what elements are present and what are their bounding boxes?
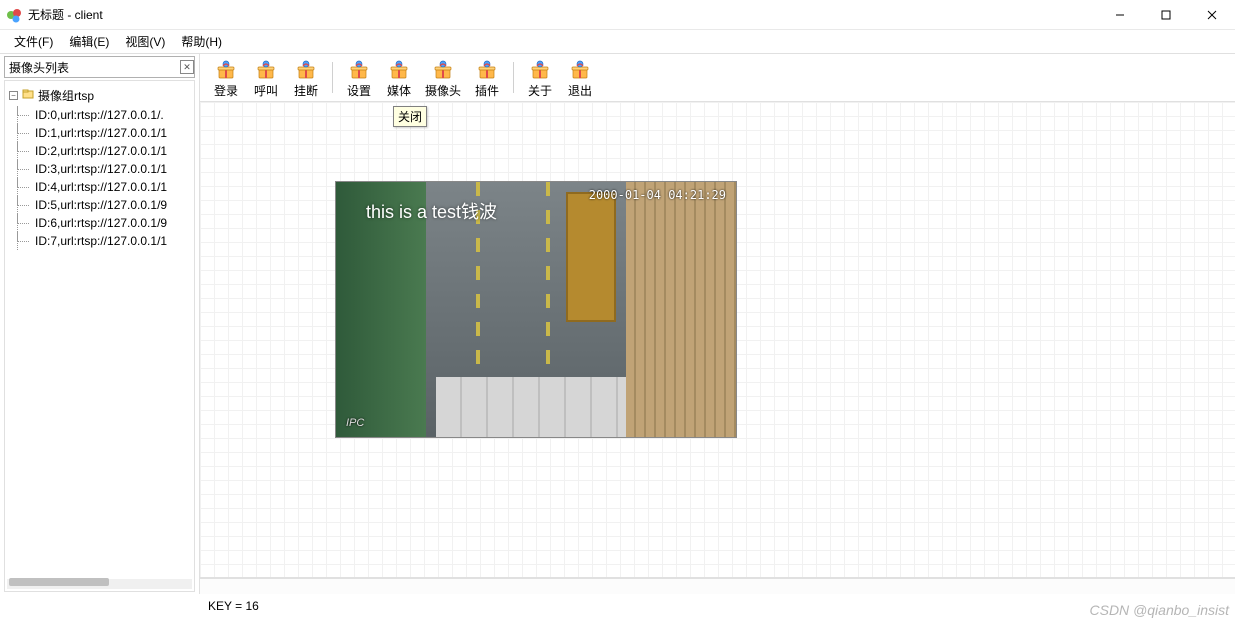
tool-label: 媒体 <box>387 82 411 99</box>
tree-item[interactable]: ID:4,url:rtsp://127.0.0.1/1 <box>5 178 194 196</box>
title-bar: 无标题 - client <box>0 0 1235 30</box>
camera-tree[interactable]: − 摄像组rtsp ID:0,url:rtsp://127.0.0.1/.ID:… <box>4 80 195 592</box>
collapse-icon[interactable]: − <box>9 91 18 100</box>
tool-label: 退出 <box>568 82 592 99</box>
panel-close-button[interactable]: ✕ <box>180 60 194 74</box>
scrollbar-thumb[interactable] <box>9 578 109 586</box>
panel-title: 摄像头列表 <box>9 59 180 76</box>
tool-label: 设置 <box>347 82 371 99</box>
tree-root-node[interactable]: − 摄像组rtsp <box>5 85 194 106</box>
tree-item[interactable]: ID:3,url:rtsp://127.0.0.1/1 <box>5 160 194 178</box>
video-corner-label: IPC <box>346 417 364 429</box>
gift-icon <box>570 60 590 80</box>
gift-icon <box>256 60 276 80</box>
minimize-button[interactable] <box>1097 0 1143 30</box>
window-title: 无标题 - client <box>28 6 103 23</box>
login-button[interactable]: 登录 <box>206 58 246 101</box>
status-key: KEY = 16 <box>8 599 259 613</box>
gift-icon <box>389 60 409 80</box>
menu-edit[interactable]: 编辑(E) <box>61 31 117 52</box>
settings-button[interactable]: 设置 <box>339 58 379 101</box>
menu-file[interactable]: 文件(F) <box>6 31 61 52</box>
tree-item[interactable]: ID:2,url:rtsp://127.0.0.1/1 <box>5 142 194 160</box>
exit-button[interactable]: 退出 <box>560 58 600 101</box>
menu-bar: 文件(F) 编辑(E) 视图(V) 帮助(H) <box>0 30 1235 54</box>
maximize-button[interactable] <box>1143 0 1189 30</box>
tree-item[interactable]: ID:6,url:rtsp://127.0.0.1/9 <box>5 214 194 232</box>
tool-label: 插件 <box>475 82 499 99</box>
camera-button[interactable]: 摄像头 <box>419 58 467 101</box>
toolbar-separator <box>513 62 514 93</box>
video-preview[interactable]: this is a test钱波 2000-01-04 04:21:29 IPC <box>336 182 736 437</box>
gift-icon <box>216 60 236 80</box>
gift-icon <box>477 60 497 80</box>
workspace-canvas[interactable]: this is a test钱波 2000-01-04 04:21:29 IPC <box>200 102 1235 578</box>
app-icon <box>6 7 22 23</box>
gift-icon <box>433 60 453 80</box>
tooltip-close: 关闭 <box>393 106 427 127</box>
gift-icon <box>296 60 316 80</box>
status-bar: KEY = 16 <box>0 594 1235 618</box>
media-button[interactable]: 媒体 <box>379 58 419 101</box>
video-timestamp: 2000-01-04 04:21:29 <box>589 188 726 202</box>
video-overlay-text: this is a test钱波 <box>366 198 497 224</box>
tool-label: 呼叫 <box>254 82 278 99</box>
tool-label: 挂断 <box>294 82 318 99</box>
tree-horizontal-scrollbar[interactable] <box>7 579 192 589</box>
hangup-button[interactable]: 挂断 <box>286 58 326 101</box>
menu-view[interactable]: 视图(V) <box>117 31 173 52</box>
menu-help[interactable]: 帮助(H) <box>173 31 230 52</box>
plugin-button[interactable]: 插件 <box>467 58 507 101</box>
tool-label: 关于 <box>528 82 552 99</box>
panel-header: 摄像头列表 ✕ <box>4 56 195 78</box>
toolbar: 登录呼叫挂断 设置媒体摄像头插件 关于退出 <box>200 54 1235 102</box>
about-button[interactable]: 关于 <box>520 58 560 101</box>
gift-icon <box>349 60 369 80</box>
canvas-horizontal-scrollbar[interactable] <box>200 578 1235 594</box>
folder-icon <box>22 88 34 103</box>
camera-list-panel: 摄像头列表 ✕ − 摄像组rtsp ID:0,url:rtsp://127.0.… <box>0 54 200 594</box>
close-button[interactable] <box>1189 0 1235 30</box>
tool-label: 摄像头 <box>425 82 461 99</box>
call-button[interactable]: 呼叫 <box>246 58 286 101</box>
tool-label: 登录 <box>214 82 238 99</box>
gift-icon <box>530 60 550 80</box>
tree-item[interactable]: ID:0,url:rtsp://127.0.0.1/. <box>5 106 194 124</box>
tree-item[interactable]: ID:1,url:rtsp://127.0.0.1/1 <box>5 124 194 142</box>
tree-item[interactable]: ID:5,url:rtsp://127.0.0.1/9 <box>5 196 194 214</box>
toolbar-separator <box>332 62 333 93</box>
tree-root-label: 摄像组rtsp <box>38 87 94 104</box>
tree-item[interactable]: ID:7,url:rtsp://127.0.0.1/1 <box>5 232 194 250</box>
